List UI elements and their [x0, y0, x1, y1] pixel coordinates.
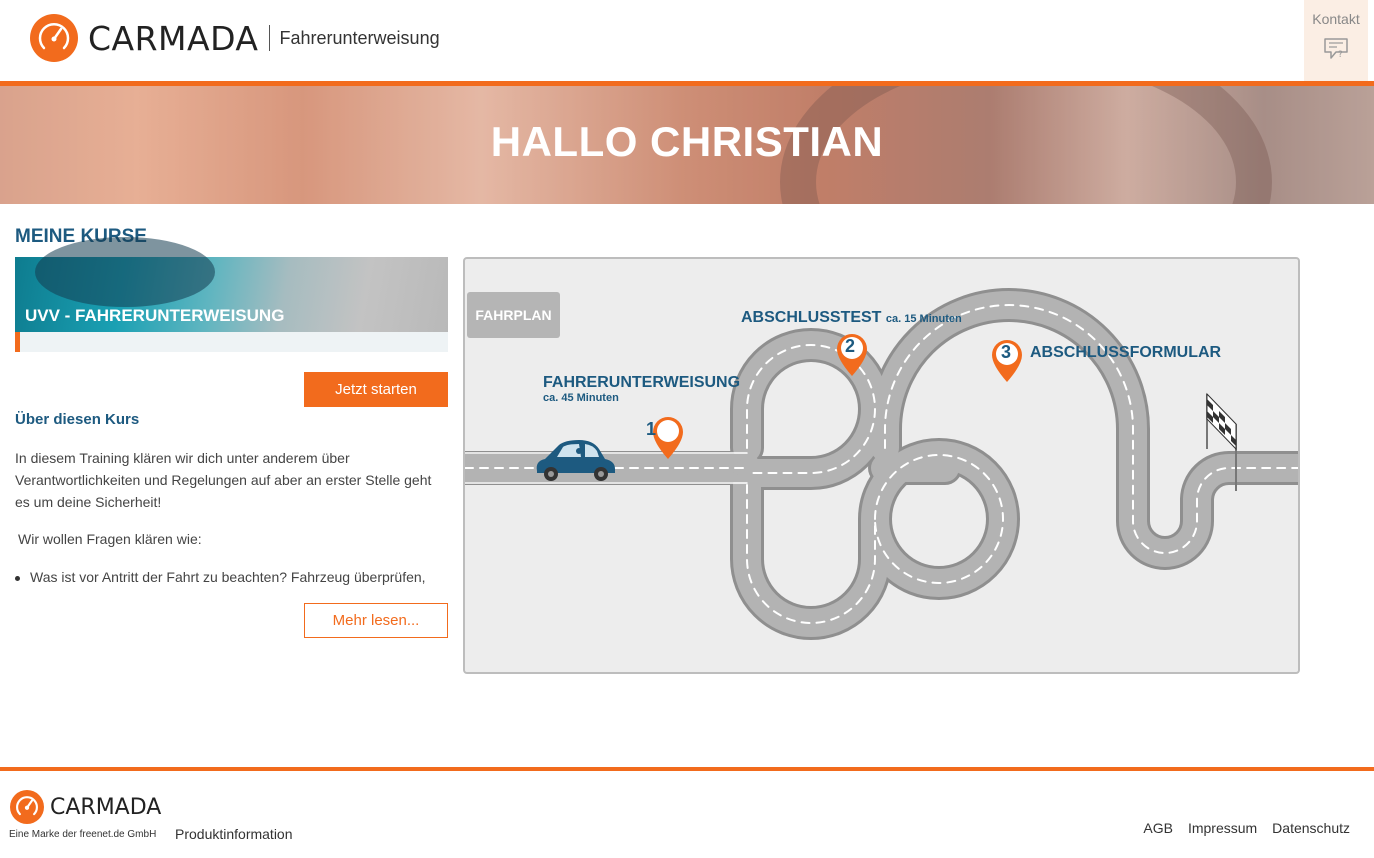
header: CARMADA Fahrerunterweisung Kontakt ? [0, 0, 1374, 81]
hero-banner: HALLO CHRISTIAN [0, 86, 1374, 204]
footer-logo-text: CARMADA [50, 794, 162, 820]
stage-3-label[interactable]: ABSCHLUSSFORMULAR [1030, 344, 1221, 362]
stage-2-label[interactable]: ABSCHLUSSTEST ca. 15 Minuten [741, 309, 962, 327]
read-more-button[interactable]: Mehr lesen... [304, 603, 448, 638]
stage-3-number: 3 [1001, 342, 1012, 362]
about-course-bullet: Was ist vor Antritt der Fahrt zu beachte… [15, 569, 426, 585]
speedometer-logo-icon [30, 14, 78, 62]
stage-3-title: ABSCHLUSSFORMULAR [1030, 344, 1222, 361]
logo-text: CARMADA [88, 18, 259, 58]
about-course-heading: Über diesen Kurs [15, 411, 140, 428]
fahrplan-panel: FAHRPLAN 1 2 3 FAHRERUNTERWEISUNG ca. 45… [463, 257, 1300, 674]
svg-text:?: ? [1338, 50, 1343, 60]
carmada-logo[interactable]: CARMADA Fahrerunterweisung [30, 14, 440, 62]
stage-2-title: ABSCHLUSSTEST [741, 309, 882, 326]
bullet-text: Was ist vor Antritt der Fahrt zu beachte… [30, 569, 426, 585]
speedometer-logo-icon [10, 790, 44, 824]
course-title: UVV - FAHRERUNTERWEISUNG [25, 306, 285, 325]
kontakt-button[interactable]: Kontakt ? [1304, 0, 1368, 81]
fahrplan-tag: FAHRPLAN [467, 292, 560, 338]
stage-2-number: 2 [845, 336, 856, 356]
stage-1-duration: ca. 45 Minuten [543, 392, 619, 404]
greeting-title: HALLO CHRISTIAN [490, 118, 884, 165]
footer-tagline: Eine Marke der freenet.de GmbH [9, 829, 157, 840]
stage-2-duration: ca. 15 Minuten [885, 313, 962, 325]
about-course-text: In diesem Training klären wir dich unter… [15, 450, 432, 510]
kontakt-label: Kontakt [1312, 11, 1360, 27]
footer-link-agb[interactable]: AGB [1143, 820, 1173, 836]
footer-logo[interactable]: CARMADA [10, 790, 161, 824]
product-info-link[interactable]: Produktinformation [175, 826, 293, 842]
about-course-question: Wir wollen Fragen klären wie: [18, 531, 202, 547]
stage-1-title: FAHRERUNTERWEISUNG [543, 374, 741, 391]
course-progress-accent [15, 332, 20, 352]
footer-divider [0, 767, 1374, 771]
logo-subtitle: Fahrerunterweisung [279, 27, 440, 48]
start-course-button[interactable]: Jetzt starten [304, 372, 448, 407]
chat-question-icon: ? [1324, 38, 1348, 60]
course-card[interactable]: UVV - FAHRERUNTERWEISUNG [15, 237, 448, 352]
footer-link-datenschutz[interactable]: Datenschutz [1272, 820, 1350, 836]
logo-separator [268, 25, 270, 51]
footer-link-impressum[interactable]: Impressum [1188, 820, 1257, 836]
bullet-icon [15, 575, 20, 581]
footer-links: AGB Impressum Datenschutz [1143, 820, 1350, 836]
stage-1-number: 1 [646, 419, 657, 439]
stage-1-label[interactable]: FAHRERUNTERWEISUNG ca. 45 Minuten [543, 374, 740, 404]
